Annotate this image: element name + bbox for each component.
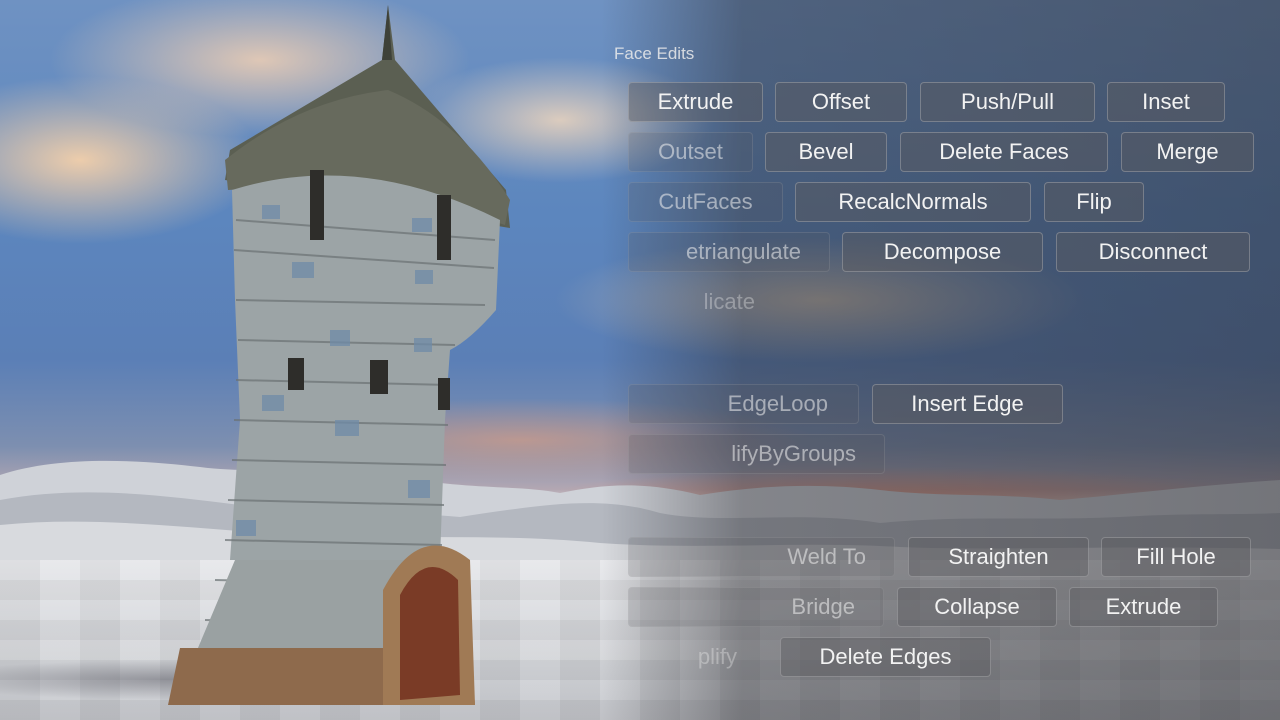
merge-button[interactable]: Merge xyxy=(1121,132,1254,172)
collapse-button[interactable]: Collapse xyxy=(897,587,1057,627)
bevel-button[interactable]: Bevel xyxy=(765,132,887,172)
weld-to-button[interactable]: Weld To xyxy=(628,537,895,577)
retriangulate-button[interactable]: etriangulate xyxy=(628,232,830,272)
recalc-normals-button[interactable]: RecalcNormals xyxy=(795,182,1031,222)
flip-button[interactable]: Flip xyxy=(1044,182,1144,222)
inset-button[interactable]: Inset xyxy=(1107,82,1225,122)
simplify-by-groups-button[interactable]: lifyByGroups xyxy=(628,434,885,474)
edge-loop-button[interactable]: EdgeLoop xyxy=(628,384,859,424)
straighten-button[interactable]: Straighten xyxy=(908,537,1089,577)
panel-title: Face Edits xyxy=(614,44,695,63)
delete-edges-button[interactable]: Delete Edges xyxy=(780,637,991,677)
extrude-button[interactable]: Extrude xyxy=(628,82,763,122)
disconnect-button[interactable]: Disconnect xyxy=(1056,232,1250,272)
simplify-button[interactable]: plify xyxy=(628,637,768,677)
fill-hole-button[interactable]: Fill Hole xyxy=(1101,537,1251,577)
decompose-button[interactable]: Decompose xyxy=(842,232,1043,272)
insert-edge-button[interactable]: Insert Edge xyxy=(872,384,1063,424)
cut-faces-button[interactable]: CutFaces xyxy=(628,182,783,222)
extrude-edge-button[interactable]: Extrude xyxy=(1069,587,1218,627)
duplicate-button[interactable]: licate xyxy=(628,282,778,322)
bridge-button[interactable]: Bridge xyxy=(628,587,884,627)
delete-faces-button[interactable]: Delete Faces xyxy=(900,132,1108,172)
offset-button[interactable]: Offset xyxy=(775,82,907,122)
push-pull-button[interactable]: Push/Pull xyxy=(920,82,1095,122)
castle-tower-model[interactable] xyxy=(0,0,560,720)
outset-button[interactable]: Outset xyxy=(628,132,753,172)
